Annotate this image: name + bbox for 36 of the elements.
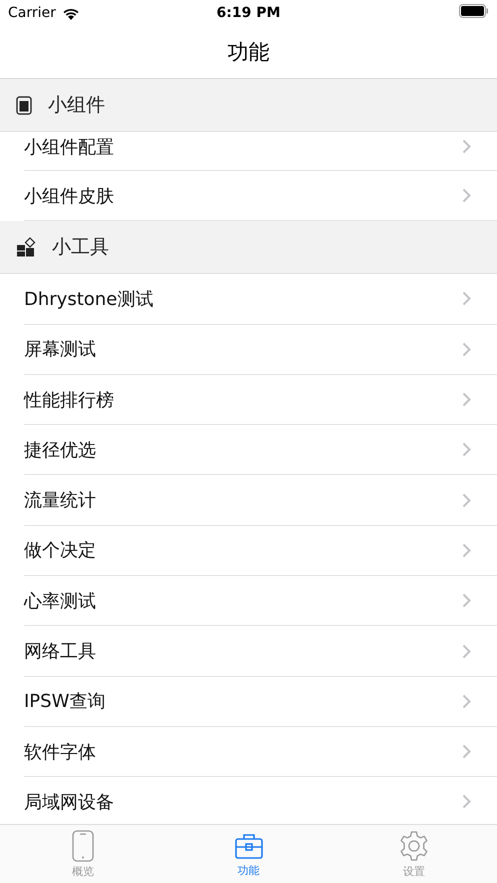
chevron-icon bbox=[462, 744, 471, 760]
chevron-icon bbox=[462, 291, 471, 306]
chevron-icon bbox=[462, 392, 471, 408]
list-item[interactable]: 性能排行榜 bbox=[24, 374, 497, 426]
list-item[interactable]: 流量统计 bbox=[24, 475, 497, 526]
list-item[interactable]: 屏幕测试 bbox=[24, 324, 497, 375]
list-item[interactable]: Dhrystone测试 bbox=[24, 274, 497, 325]
battery-icon bbox=[459, 4, 489, 18]
tab-item[interactable]: 功能 bbox=[166, 825, 332, 883]
list-item[interactable]: IPSW查询 bbox=[24, 676, 497, 727]
status-time: 6:19 PM bbox=[216, 5, 280, 21]
widget-icon bbox=[16, 96, 32, 114]
chevron-icon bbox=[462, 593, 471, 608]
section-title: 小组件 bbox=[48, 93, 105, 118]
chevron-icon bbox=[462, 139, 471, 154]
tiles-icon bbox=[16, 237, 36, 258]
list-item[interactable]: 小组件配置 bbox=[24, 132, 497, 171]
list-item[interactable]: 网络工具 bbox=[24, 626, 497, 677]
chevron-icon bbox=[462, 694, 471, 709]
chevron-icon bbox=[462, 188, 471, 204]
chevron-icon bbox=[462, 644, 471, 659]
chevron-icon bbox=[462, 542, 471, 558]
wifi-icon bbox=[62, 6, 80, 20]
phone-icon bbox=[72, 830, 94, 862]
chevron-icon bbox=[462, 442, 471, 458]
carrier-label: Carrier bbox=[8, 5, 56, 21]
list-item[interactable]: 做个决定 bbox=[24, 526, 497, 576]
list-item[interactable]: 捷径优选 bbox=[24, 425, 497, 476]
page-title: 功能 bbox=[228, 39, 270, 66]
list-item[interactable]: 心率测试 bbox=[24, 576, 497, 626]
settings-icon bbox=[398, 830, 430, 862]
list-item[interactable]: 软件字体 bbox=[24, 726, 497, 778]
chevron-icon bbox=[462, 342, 471, 357]
chevron-icon bbox=[462, 794, 471, 810]
chevron-icon bbox=[462, 492, 471, 508]
section-title: 小工具 bbox=[52, 235, 109, 260]
